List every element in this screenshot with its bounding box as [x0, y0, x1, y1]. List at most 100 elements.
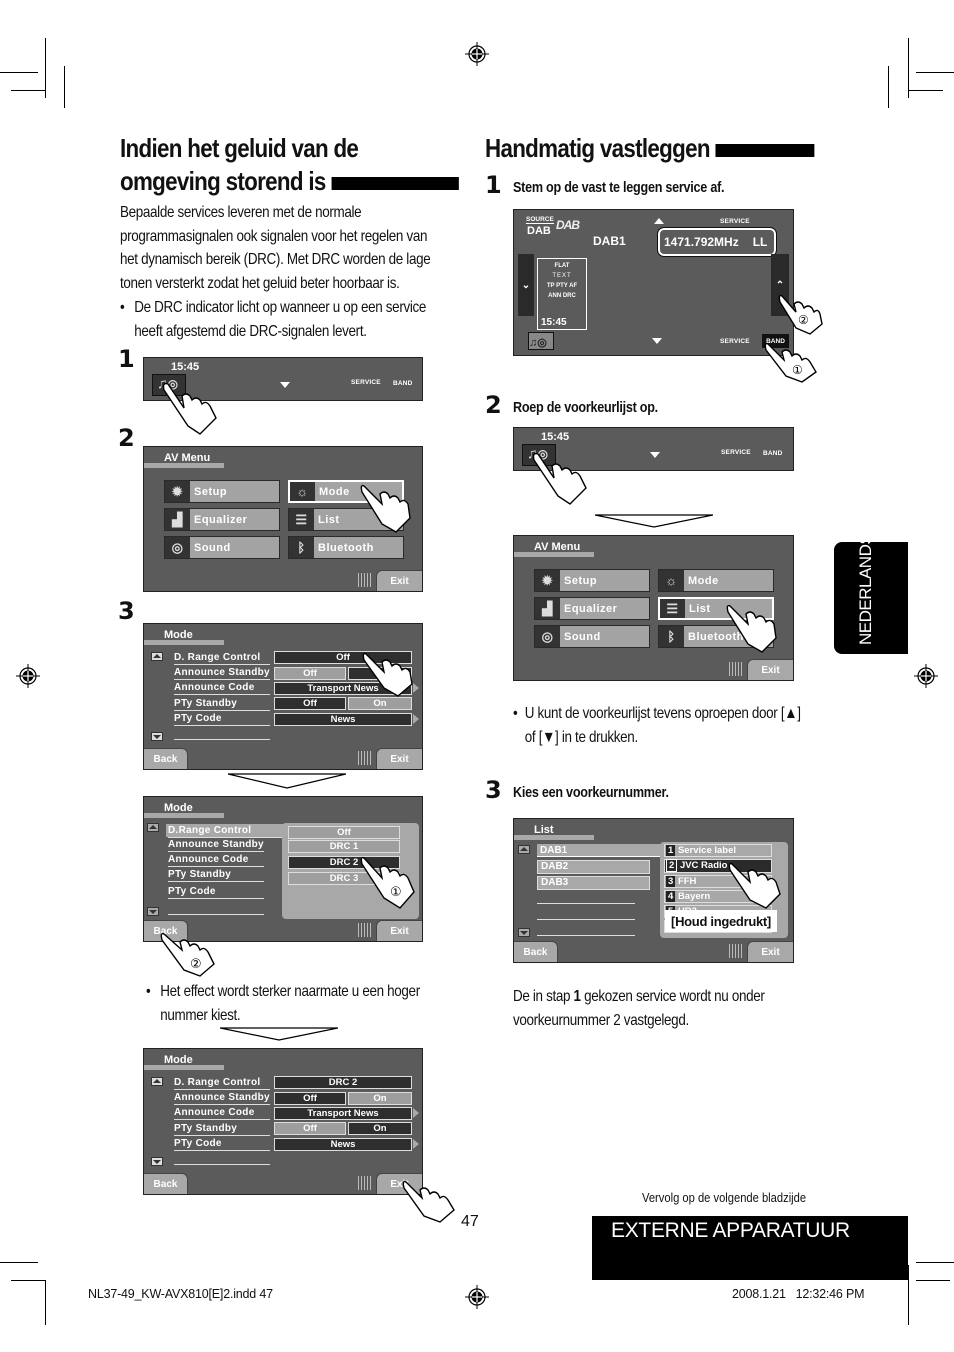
announce-standby-on[interactable]: On	[348, 1092, 412, 1105]
scroll-up-button[interactable]	[518, 845, 530, 854]
print-slug-file: NL37-49_KW-AVX810[E]2.indd 47	[88, 1287, 273, 1301]
scroll-up-button[interactable]	[151, 652, 163, 661]
down-arrow-icon[interactable]	[280, 382, 290, 388]
down-arrow-icon[interactable]	[650, 452, 660, 458]
back-button[interactable]: Back	[144, 748, 188, 769]
announce-standby-off[interactable]: Off	[274, 1092, 346, 1105]
exit-button[interactable]: Exit	[747, 941, 793, 962]
mode-icon: ☼	[290, 482, 315, 501]
callout-1: ①	[792, 363, 803, 377]
drc-value[interactable]: DRC 2	[274, 1076, 412, 1089]
pty-standby-off[interactable]: Off	[274, 697, 346, 710]
preset-item[interactable]: 1 Service label	[664, 844, 772, 857]
preset-down-button[interactable]: ⌄	[518, 254, 534, 316]
heading-line: omgeving storend is	[120, 166, 326, 196]
text-line: voorkeurnummer 2 vastgelegd.	[513, 1011, 689, 1029]
next-arrow-icon[interactable]	[413, 1139, 419, 1149]
down-arrow-icon[interactable]	[652, 338, 662, 344]
pointing-hand-icon	[402, 1180, 455, 1223]
pty-code-value[interactable]: News	[274, 1138, 412, 1151]
setting-label: PTy Code	[174, 1138, 270, 1151]
step-number: 3	[485, 776, 502, 804]
pointing-hand-icon	[360, 484, 411, 533]
pointing-hand-icon: ①	[360, 856, 415, 909]
clock: 15:45	[541, 317, 567, 328]
announce-standby-off[interactable]: Off	[274, 667, 346, 680]
exit-button[interactable]: Exit	[376, 570, 422, 591]
next-arrow-icon[interactable]	[413, 714, 419, 724]
pointing-hand-icon: ②	[160, 932, 215, 977]
pointing-hand-icon: ①	[764, 342, 817, 383]
text-line: programmasignalen ook signalen voor het …	[120, 227, 428, 245]
pointing-hand-icon	[728, 862, 781, 909]
screen-title: AV Menu	[144, 453, 224, 468]
grip-icon	[358, 1176, 372, 1190]
scroll-up-button[interactable]	[147, 823, 159, 832]
service-down-button[interactable]: SERVICE	[720, 338, 750, 345]
band-item[interactable]: DAB3	[537, 876, 650, 890]
band-button[interactable]: BAND	[763, 450, 783, 457]
av-menu-setup-button[interactable]: ✹ Setup	[534, 569, 650, 592]
pty-standby-off[interactable]: Off	[274, 1122, 346, 1135]
up-arrow-icon[interactable]	[654, 218, 664, 224]
av-menu-sound-button[interactable]: ◎ Sound	[164, 536, 280, 559]
av-menu-equalizer-button[interactable]: ▟ Equalizer	[164, 508, 280, 531]
scroll-down-button[interactable]	[151, 732, 163, 741]
setting-label: Announce Code	[174, 1107, 270, 1120]
next-arrow-icon[interactable]	[413, 1108, 419, 1118]
scroll-down-button[interactable]	[518, 928, 530, 937]
crop-mark	[916, 1280, 950, 1281]
callout-2: ②	[798, 313, 809, 327]
scroll-up-button[interactable]	[151, 1077, 163, 1086]
scroll-down-button[interactable]	[147, 907, 159, 916]
pty-standby-on[interactable]: On	[348, 1122, 412, 1135]
band-item[interactable]: DAB1	[537, 844, 662, 857]
exit-button[interactable]: Exit	[376, 748, 422, 769]
source-button[interactable]: DAB	[527, 225, 551, 237]
ll-indicator: LL	[752, 235, 768, 249]
band-item[interactable]: DAB2	[537, 860, 650, 874]
back-button[interactable]: Back	[514, 941, 558, 962]
service-up-button[interactable]: SERVICE	[720, 218, 750, 225]
preset-number: 1	[666, 845, 676, 856]
button-label: Mode	[319, 485, 350, 498]
divider	[537, 935, 635, 936]
frequency: 1471.792MHz	[664, 235, 739, 249]
setting-label: D.Range Control	[168, 825, 283, 838]
av-menu-mode-button[interactable]: ☼ Mode	[658, 569, 774, 592]
button-label: Bluetooth	[318, 541, 374, 554]
av-menu-sound-button[interactable]: ◎ Sound	[534, 625, 650, 648]
button-label: Mode	[688, 574, 719, 587]
service-button[interactable]: SERVICE	[351, 379, 381, 386]
av-menu-bluetooth-button[interactable]: ᛒ Bluetooth	[288, 536, 404, 559]
step-reference: 1	[573, 988, 581, 1005]
screen-title: Mode	[144, 803, 224, 818]
source-menu-icon[interactable]: ♫◎	[528, 332, 554, 350]
section-footer-label: EXTERNE APPARATUUR	[611, 1219, 850, 1242]
pty-code-value[interactable]: News	[274, 713, 412, 726]
button-label: Sound	[564, 630, 601, 643]
av-menu-setup-button[interactable]: ✹ Setup	[164, 480, 280, 503]
page-number: 47	[461, 1213, 479, 1230]
dab-logo: DAB	[556, 218, 580, 232]
bullet-effect: • Het effect wordt sterker naarmate u een…	[146, 980, 420, 1027]
exit-button[interactable]: Exit	[747, 659, 793, 680]
grip-icon	[729, 662, 743, 676]
band-button[interactable]: BAND	[393, 380, 413, 387]
av-menu-equalizer-button[interactable]: ▟ Equalizer	[534, 597, 650, 620]
service-button[interactable]: SERVICE	[721, 449, 751, 456]
text-line: Het effect wordt sterker naarmate u een …	[160, 983, 420, 1000]
scroll-down-button[interactable]	[151, 1157, 163, 1166]
exit-button[interactable]: Exit	[376, 920, 422, 941]
callout-2: ②	[190, 957, 202, 972]
print-slug-timestamp: 2008.1.21 12:32:46 PM	[732, 1287, 865, 1301]
indicator-panel: FLAT TEXT TP PTY AF ANN DRC 15:45	[537, 258, 587, 330]
band-indicator: DAB1	[593, 234, 626, 248]
grip-icon	[358, 923, 372, 937]
crop-mark	[11, 1280, 45, 1281]
pty-standby-on[interactable]: On	[348, 697, 412, 710]
intro-paragraph: Bepaalde services leveren met de normale…	[120, 201, 431, 295]
back-button[interactable]: Back	[144, 1173, 188, 1194]
drc-option[interactable]: Off	[288, 826, 400, 839]
announce-code-value[interactable]: Transport News	[274, 1107, 412, 1120]
